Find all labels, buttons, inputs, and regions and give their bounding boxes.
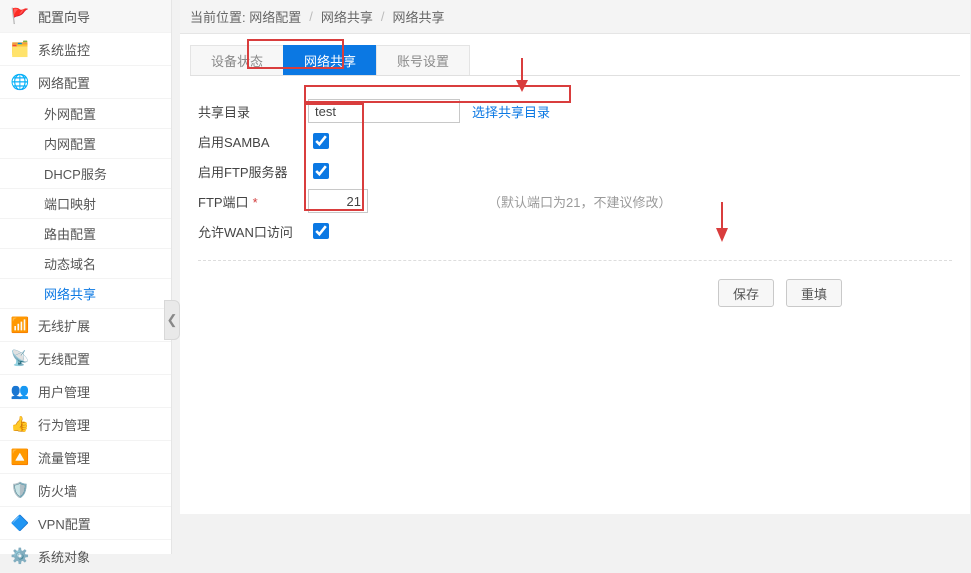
sidebar: 🚩 配置向导 🗂️ 系统监控 🌐 网络配置 外网配置 内网配置 DHCP服务 端… — [0, 0, 172, 554]
ftp-port-label: FTP端口* — [198, 192, 308, 211]
tab-bar: 设备状态 网络共享 账号设置 — [190, 42, 960, 76]
breadcrumb-part: 网络共享 — [393, 7, 445, 26]
sidebar-sub-label: 端口映射 — [44, 194, 96, 213]
vpn-icon: 🔷 — [12, 515, 28, 531]
sidebar-item-system-obj[interactable]: ⚙️ 系统对象 — [0, 540, 171, 573]
sidebar-sub-ddns[interactable]: 动态域名 — [0, 249, 171, 279]
save-button[interactable]: 保存 — [718, 279, 774, 307]
sidebar-sub-wan[interactable]: 外网配置 — [0, 99, 171, 129]
globe-icon: 🌐 — [12, 74, 28, 90]
sidebar-collapse-toggle[interactable]: ❮ — [164, 300, 180, 340]
share-dir-input[interactable] — [308, 99, 460, 123]
tab-account-settings[interactable]: 账号设置 — [376, 45, 470, 75]
tab-net-share[interactable]: 网络共享 — [283, 45, 377, 75]
sidebar-item-label: 用户管理 — [38, 382, 90, 401]
enable-samba-label: 启用SAMBA — [198, 132, 308, 151]
allow-wan-checkbox[interactable] — [313, 223, 329, 239]
form-buttons: 保存 重填 — [718, 279, 952, 307]
enable-ftp-checkbox[interactable] — [313, 163, 329, 179]
select-share-dir-link[interactable]: 选择共享目录 — [472, 102, 550, 121]
sidebar-item-config-wizard[interactable]: 🚩 配置向导 — [0, 0, 171, 33]
users-icon: 👥 — [12, 383, 28, 399]
required-star: * — [253, 195, 258, 210]
sidebar-sub-label: 内网配置 — [44, 134, 96, 153]
wifi-icon: 📡 — [12, 350, 28, 366]
sidebar-sub-dhcp[interactable]: DHCP服务 — [0, 159, 171, 189]
breadcrumb-part[interactable]: 网络配置 — [249, 7, 301, 26]
gear-icon: ⚙️ — [12, 548, 28, 564]
sidebar-sub-label: DHCP服务 — [44, 164, 107, 183]
breadcrumb-part[interactable]: 网络共享 — [321, 7, 373, 26]
sidebar-item-wireless-config[interactable]: 📡 无线配置 — [0, 342, 171, 375]
sidebar-item-label: 无线扩展 — [38, 316, 90, 335]
share-dir-label: 共享目录 — [198, 102, 308, 121]
sidebar-item-network-config[interactable]: 🌐 网络配置 — [0, 66, 171, 99]
sidebar-item-label: 防火墙 — [38, 481, 77, 500]
ftp-port-hint: （默认端口为21，不建议修改） — [488, 192, 671, 211]
traffic-icon: 🔼 — [12, 449, 28, 465]
sidebar-sub-label: 外网配置 — [44, 104, 96, 123]
sidebar-sub-lan[interactable]: 内网配置 — [0, 129, 171, 159]
sidebar-item-label: 系统监控 — [38, 40, 90, 59]
sidebar-item-user-mgmt[interactable]: 👥 用户管理 — [0, 375, 171, 408]
main-panel: 当前位置: 网络配置 / 网络共享 / 网络共享 设备状态 网络共享 账号设置 … — [180, 0, 970, 554]
breadcrumb-sep: / — [381, 9, 385, 24]
sidebar-item-system-monitor[interactable]: 🗂️ 系统监控 — [0, 33, 171, 66]
sidebar-item-wireless-ext[interactable]: 📶 无线扩展 — [0, 309, 171, 342]
sidebar-item-firewall[interactable]: 🛡️ 防火墙 — [0, 474, 171, 507]
monitor-icon: 🗂️ — [12, 41, 28, 57]
content-area: 设备状态 网络共享 账号设置 共享目录 选择共享目录 启用SAMBA 启用FTP… — [180, 34, 970, 514]
sidebar-sub-portmap[interactable]: 端口映射 — [0, 189, 171, 219]
sidebar-sub-label: 动态域名 — [44, 254, 96, 273]
tab-label: 设备状态 — [211, 51, 263, 70]
breadcrumb: 当前位置: 网络配置 / 网络共享 / 网络共享 — [180, 0, 970, 34]
breadcrumb-sep: / — [309, 9, 313, 24]
sidebar-item-label: 流量管理 — [38, 448, 90, 467]
enable-samba-checkbox[interactable] — [313, 133, 329, 149]
sidebar-item-label: VPN配置 — [38, 514, 91, 533]
share-form: 共享目录 选择共享目录 启用SAMBA 启用FTP服务器 FTP端口* （默认端… — [190, 76, 960, 327]
sidebar-item-label: 配置向导 — [38, 7, 90, 26]
form-divider — [198, 260, 952, 261]
chevron-left-icon: ❮ — [167, 312, 178, 328]
ftp-port-input[interactable] — [308, 189, 368, 213]
sidebar-item-traffic-mgmt[interactable]: 🔼 流量管理 — [0, 441, 171, 474]
shield-icon: 🛡️ — [12, 482, 28, 498]
sidebar-item-behavior-mgmt[interactable]: 👍 行为管理 — [0, 408, 171, 441]
sidebar-sub-label: 网络共享 — [44, 284, 96, 303]
sidebar-item-label: 网络配置 — [38, 73, 90, 92]
sidebar-sub-netshare[interactable]: 网络共享 — [0, 279, 171, 309]
sidebar-item-label: 系统对象 — [38, 547, 90, 566]
reset-button[interactable]: 重填 — [786, 279, 842, 307]
sidebar-sub-routing[interactable]: 路由配置 — [0, 219, 171, 249]
sidebar-item-label: 无线配置 — [38, 349, 90, 368]
enable-ftp-label: 启用FTP服务器 — [198, 162, 308, 181]
tab-label: 账号设置 — [397, 51, 449, 70]
tab-label: 网络共享 — [304, 51, 356, 70]
breadcrumb-prefix: 当前位置: — [190, 7, 246, 26]
sidebar-sub-label: 路由配置 — [44, 224, 96, 243]
sidebar-item-label: 行为管理 — [38, 415, 90, 434]
antenna-icon: 📶 — [12, 317, 28, 333]
thumb-icon: 👍 — [12, 416, 28, 432]
tab-device-status[interactable]: 设备状态 — [190, 45, 284, 75]
allow-wan-label: 允许WAN口访问 — [198, 222, 308, 241]
sidebar-item-vpn[interactable]: 🔷 VPN配置 — [0, 507, 171, 540]
flag-icon: 🚩 — [12, 8, 28, 24]
